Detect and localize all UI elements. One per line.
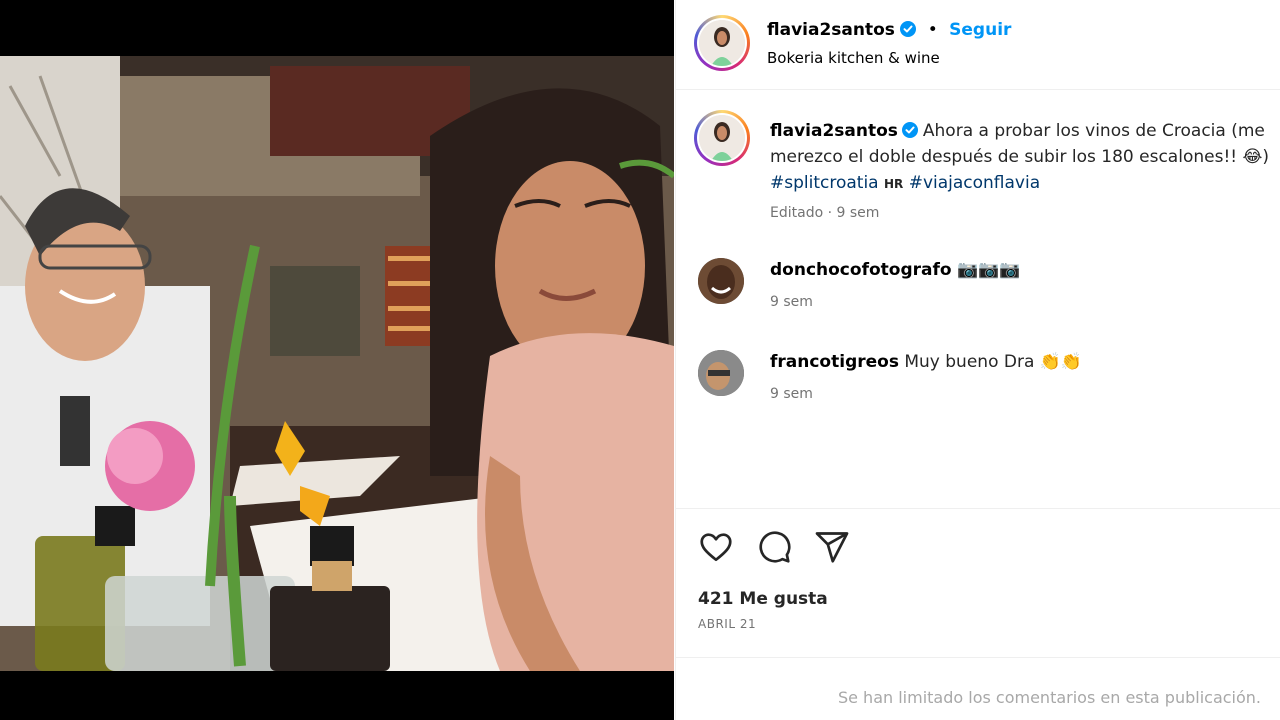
comment-time[interactable]: 9 sem <box>770 294 813 310</box>
avatar-image <box>698 350 744 396</box>
comment-username[interactable]: francotigreos <box>770 352 899 372</box>
post-location[interactable]: Bokeria kitchen & wine <box>767 49 940 67</box>
hashtag-link[interactable]: #splitcroatia <box>770 173 879 193</box>
caption-time[interactable]: 9 sem <box>837 205 880 221</box>
post-photo[interactable] <box>0 56 674 671</box>
comment-item: francotigreos Muy bueno Dra 👏👏 9 sem <box>676 350 1280 420</box>
action-icons <box>698 529 850 565</box>
likes-count[interactable]: 421 Me gusta <box>698 589 828 609</box>
comment-body: 📷📷📷 <box>956 260 1021 280</box>
caption-author-avatar[interactable] <box>694 110 750 166</box>
verified-badge-icon <box>900 21 917 37</box>
restaurant-selfie-photo <box>0 56 674 671</box>
caption-text-block: flavia2santos Ahora a probar los vinos d… <box>770 118 1275 197</box>
comment-body: Muy bueno Dra 👏👏 <box>904 352 1083 372</box>
follow-button[interactable]: Seguir <box>949 20 1011 40</box>
avatar-image <box>699 115 745 161</box>
avatar-image <box>698 258 744 304</box>
croatia-flag-label: HR <box>884 177 904 191</box>
comment-footer: Se han limitado los comentarios en esta … <box>676 657 1280 720</box>
comment-text-line: francotigreos Muy bueno Dra 👏👏 <box>770 352 1082 372</box>
post-date[interactable]: ABRIL 21 <box>698 617 756 631</box>
commenter-avatar[interactable] <box>698 350 744 396</box>
avatar-image <box>699 20 745 66</box>
share-icon[interactable] <box>814 529 850 565</box>
verified-badge-icon <box>901 122 918 138</box>
hashtag-link[interactable]: #viajaconflavia <box>909 173 1040 193</box>
comments-limited-notice: Se han limitado los comentarios en esta … <box>837 688 1261 707</box>
caption-username[interactable]: flavia2santos <box>770 121 898 141</box>
caption-meta: Editado · 9 sem <box>770 205 880 221</box>
header-username-line: flavia2santos • Seguir <box>767 20 1011 40</box>
post-actions: 421 Me gusta ABRIL 21 <box>676 508 1280 658</box>
separator-dot: • <box>927 20 938 40</box>
comment-text-line: donchocofotografo 📷📷📷 <box>770 260 1020 280</box>
comment-item: donchocofotografo 📷📷📷 9 sem <box>676 258 1280 328</box>
post-media-pane <box>0 0 674 720</box>
comment-time[interactable]: 9 sem <box>770 386 813 402</box>
post-header: flavia2santos • Seguir Bokeria kitchen &… <box>676 0 1280 90</box>
edited-label: Editado <box>770 205 824 221</box>
heart-icon[interactable] <box>698 529 734 565</box>
post-side-panel: flavia2santos • Seguir Bokeria kitchen &… <box>675 0 1280 720</box>
author-avatar[interactable] <box>694 15 750 71</box>
comment-username[interactable]: donchocofotografo <box>770 260 952 280</box>
commenter-avatar[interactable] <box>698 258 744 304</box>
author-username[interactable]: flavia2santos <box>767 20 895 40</box>
comment-icon[interactable] <box>756 529 792 565</box>
